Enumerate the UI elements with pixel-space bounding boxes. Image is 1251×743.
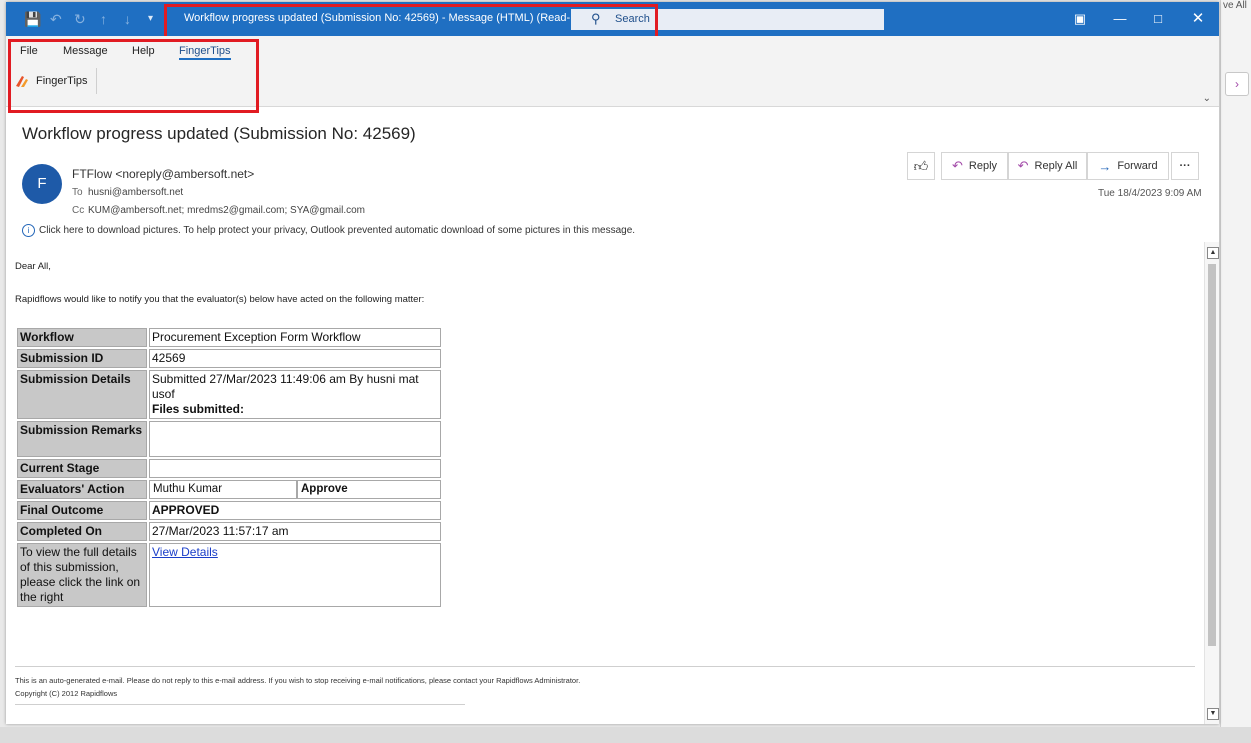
scroll-down-arrow-icon[interactable]: ▼ bbox=[1207, 708, 1219, 720]
completed-value: 27/Mar/2023 11:57:17 am bbox=[149, 522, 441, 541]
footer-divider-2 bbox=[15, 704, 465, 705]
like-button[interactable]: 👍︎ bbox=[907, 152, 935, 180]
completed-label: Completed On bbox=[17, 522, 147, 541]
more-actions-button[interactable]: ··· bbox=[1171, 152, 1199, 180]
info-icon: i bbox=[22, 224, 35, 237]
details-cell: Submitted 27/Mar/2023 11:49:06 am By hus… bbox=[149, 370, 441, 419]
outcome-label: Final Outcome bbox=[17, 501, 147, 520]
table-row: Submission Remarks bbox=[17, 421, 441, 457]
undo-icon[interactable]: ↶ bbox=[50, 10, 62, 28]
view-details-cell: View Details bbox=[149, 543, 441, 607]
to-label: To bbox=[72, 187, 83, 198]
table-row: Final Outcome APPROVED bbox=[17, 501, 441, 520]
intro-text: Rapidflows would like to notify you that… bbox=[15, 294, 425, 305]
stage-value bbox=[149, 459, 441, 478]
highlight-ribbon-box bbox=[8, 39, 259, 113]
view-details-link[interactable]: View Details bbox=[152, 545, 218, 559]
chevron-down-icon[interactable]: ⌄ bbox=[1203, 93, 1211, 104]
minimize-button[interactable]: — bbox=[1109, 9, 1131, 29]
right-arrow-icon[interactable]: › bbox=[1225, 72, 1249, 96]
to-recipients[interactable]: husni@ambersoft.net bbox=[88, 187, 183, 198]
table-row: To view the full details of this submiss… bbox=[17, 543, 441, 607]
to-line: To husni@ambersoft.net bbox=[72, 187, 183, 198]
remarks-label: Submission Remarks bbox=[17, 421, 147, 457]
thumbs-up-icon: 👍︎ bbox=[913, 157, 929, 174]
view-details-label: To view the full details of this submiss… bbox=[17, 543, 147, 607]
save-icon[interactable]: 💾 bbox=[24, 10, 41, 28]
remarks-value bbox=[149, 421, 441, 457]
table-row: Completed On 27/Mar/2023 11:57:17 am bbox=[17, 522, 441, 541]
scroll-up-arrow-icon[interactable]: ▲ bbox=[1207, 247, 1219, 259]
scroll-thumb[interactable] bbox=[1208, 264, 1216, 646]
details-label: Submission Details bbox=[17, 370, 147, 419]
message-window: 💾 ↶ ↻ ↑ ↓ ▾ Workflow progress updated (S… bbox=[6, 2, 1219, 724]
avatar[interactable]: F bbox=[22, 164, 62, 204]
forward-icon: → bbox=[1098, 158, 1112, 174]
details-value: Submitted 27/Mar/2023 11:49:06 am By hus… bbox=[152, 372, 419, 401]
down-arrow-icon[interactable]: ↓ bbox=[124, 10, 131, 28]
received-date: Tue 18/4/2023 9:09 AM bbox=[1098, 188, 1202, 199]
reply-label: Reply bbox=[968, 160, 998, 172]
table-row: Submission ID 42569 bbox=[17, 349, 441, 368]
privacy-notice-text: Click here to download pictures. To help… bbox=[39, 225, 636, 236]
background-window-strip: ve All › ❖ bbox=[1220, 0, 1251, 743]
reply-all-label: Reply All bbox=[1034, 160, 1078, 172]
workflow-value: Procurement Exception Form Workflow bbox=[149, 328, 441, 347]
outcome-value: APPROVED bbox=[149, 501, 441, 520]
cc-recipients[interactable]: KUM@ambersoft.net; mredms2@gmail.com; SY… bbox=[88, 205, 365, 216]
footer-copyright: Copyright (C) 2012 Rapidflows bbox=[15, 689, 118, 698]
forward-button[interactable]: → Forward bbox=[1087, 152, 1169, 180]
ribbon-display-icon[interactable]: ▣ bbox=[1069, 9, 1091, 29]
files-submitted-label: Files submitted: bbox=[152, 402, 245, 416]
privacy-notice[interactable]: i Click here to download pictures. To he… bbox=[22, 224, 635, 237]
submission-id-label: Submission ID bbox=[17, 349, 147, 368]
more-icon: ··· bbox=[1179, 160, 1191, 172]
body-scrollbar[interactable]: ▲ ▼ bbox=[1204, 242, 1219, 724]
redo-icon[interactable]: ↻ bbox=[74, 10, 86, 28]
sender[interactable]: FTFlow <noreply@ambersoft.net> bbox=[72, 167, 254, 181]
table-row: Submission Details Submitted 27/Mar/2023… bbox=[17, 370, 441, 419]
reply-all-icon: ↶ bbox=[1017, 158, 1029, 173]
table-row: Muthu Kumar Approve bbox=[149, 480, 441, 499]
table-row: Current Stage bbox=[17, 459, 441, 478]
reply-all-button[interactable]: ↶ Reply All bbox=[1008, 152, 1087, 180]
evaluators-table: Muthu Kumar Approve bbox=[149, 480, 441, 499]
background-text: ve All bbox=[1223, 0, 1247, 11]
evaluators-label: Evaluators' Action bbox=[17, 480, 147, 499]
forward-label: Forward bbox=[1117, 160, 1158, 172]
email-subject: Workflow progress updated (Submission No… bbox=[22, 124, 416, 143]
close-button[interactable]: ✕ bbox=[1187, 9, 1209, 29]
evaluators-cell: Muthu Kumar Approve bbox=[149, 480, 441, 499]
footer-notice: This is an auto-generated e-mail. Please… bbox=[15, 676, 581, 685]
stage-label: Current Stage bbox=[17, 459, 147, 478]
quick-access-dropdown-icon[interactable]: ▾ bbox=[148, 10, 153, 28]
background-bottom bbox=[0, 727, 1251, 743]
table-row: Workflow Procurement Exception Form Work… bbox=[17, 328, 441, 347]
reply-icon: ↶ bbox=[951, 158, 963, 173]
submission-id-value: 42569 bbox=[149, 349, 441, 368]
table-row: Evaluators' Action Muthu Kumar Approve bbox=[17, 480, 441, 499]
maximize-button[interactable]: □ bbox=[1147, 9, 1169, 29]
greeting: Dear All, bbox=[15, 261, 51, 272]
up-arrow-icon[interactable]: ↑ bbox=[100, 10, 107, 28]
workflow-label: Workflow bbox=[17, 328, 147, 347]
footer-divider bbox=[15, 666, 1195, 667]
workflow-table: Workflow Procurement Exception Form Work… bbox=[15, 326, 443, 609]
reply-button[interactable]: ↶ Reply bbox=[941, 152, 1008, 180]
evaluator-action: Approve bbox=[297, 480, 441, 499]
cc-label: Cc bbox=[72, 205, 85, 216]
cc-line: Cc KUM@ambersoft.net; mredms2@gmail.com; … bbox=[72, 205, 365, 216]
evaluator-name: Muthu Kumar bbox=[149, 480, 297, 499]
